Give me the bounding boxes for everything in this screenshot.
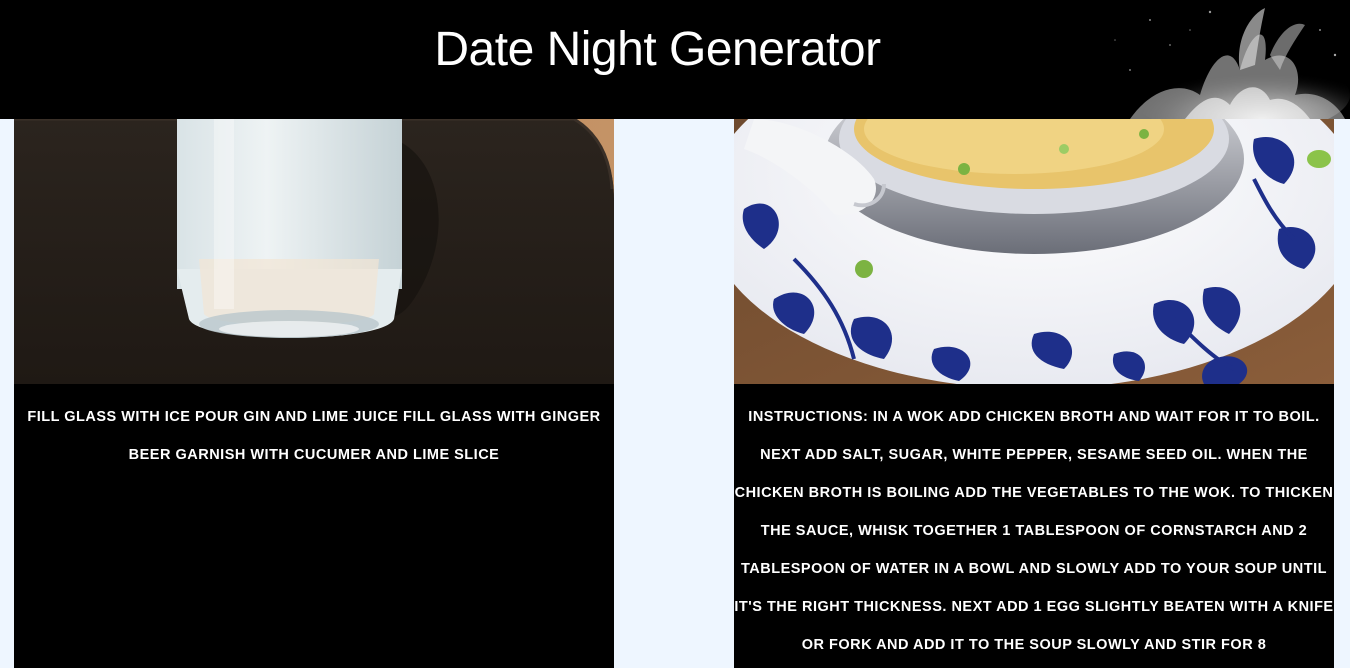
- drink-instructions: Fill glass with ice Pour gin and lime ju…: [27, 409, 601, 463]
- page-title: Date Night Generator: [434, 23, 881, 76]
- cocktail-photo: [14, 119, 614, 384]
- drink-card: Fill glass with ice Pour gin and lime ju…: [14, 119, 614, 668]
- meal-instructions: Instructions: In a wok add chicken broth…: [734, 409, 1334, 653]
- meal-card: Instructions: In a wok add chicken broth…: [734, 119, 1334, 668]
- site-header: Date Night Generator: [0, 0, 1350, 119]
- soup-photo: [734, 119, 1334, 384]
